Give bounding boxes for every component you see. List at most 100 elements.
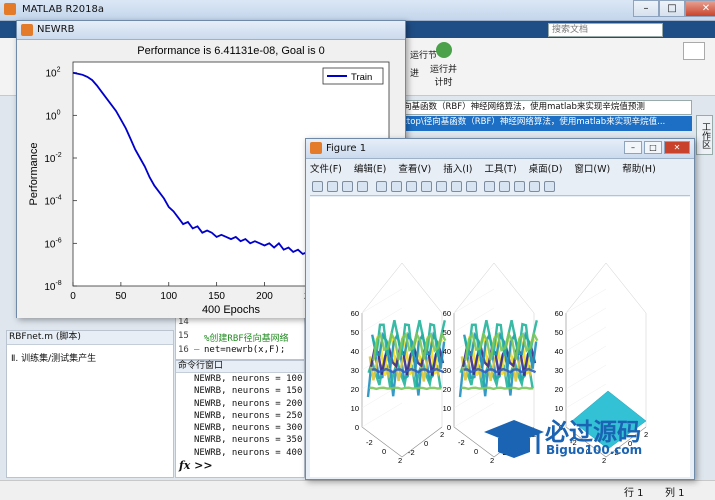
print-icon[interactable] xyxy=(357,181,368,192)
z-tick-label: 0 xyxy=(355,423,359,432)
command-output-line: NEWRB, neurons = 150, MSE xyxy=(194,386,304,397)
z-tick-label: 30 xyxy=(351,366,359,375)
code-line[interactable]: net=newrb(x,F); xyxy=(204,345,285,355)
figure-icon xyxy=(21,24,33,36)
close-button[interactable]: ✕ xyxy=(664,141,690,154)
hide-plot-tools-icon[interactable] xyxy=(529,181,540,192)
y-tick-label: 0 xyxy=(424,439,428,448)
surface-ridge xyxy=(369,386,442,391)
command-prompt[interactable]: fx >> xyxy=(176,459,304,472)
pointer-icon[interactable] xyxy=(375,181,387,192)
newrb-title-bar[interactable]: NEWRB xyxy=(17,21,405,40)
run-section-label[interactable]: 运行节 xyxy=(410,48,437,61)
command-output-line: NEWRB, neurons = 300, MSE xyxy=(194,423,304,434)
figure-title: Figure 1 xyxy=(326,143,367,154)
figure-toolbar xyxy=(310,178,690,196)
z-tick-label: 30 xyxy=(555,366,563,375)
menu-window[interactable]: 窗口(W) xyxy=(574,161,610,177)
show-plot-tools-icon[interactable] xyxy=(544,181,555,192)
watermark-text: 必过源码 xyxy=(545,418,641,446)
x-tick-label: 50 xyxy=(115,291,127,302)
data-cursor-icon[interactable] xyxy=(450,181,462,192)
menu-help[interactable]: 帮助(H) xyxy=(622,161,656,177)
grid-line xyxy=(565,288,607,314)
window-controls: – □ ✕ xyxy=(633,0,715,18)
main-title-bar: MATLAB R2018a – □ ✕ xyxy=(0,0,715,21)
x-tick-label: 200 xyxy=(256,291,273,302)
open-file-icon[interactable] xyxy=(327,181,338,192)
new-figure-icon[interactable] xyxy=(312,181,323,192)
grid-line xyxy=(361,402,403,428)
menu-desktop[interactable]: 桌面(D) xyxy=(529,161,563,177)
z-tick-label: 50 xyxy=(443,328,451,337)
code-comment[interactable]: %创建RBF径向基网络 xyxy=(204,331,289,344)
search-input[interactable]: 搜索文档 xyxy=(548,23,663,37)
grid-line xyxy=(565,307,607,333)
current-folder-path[interactable]: ktop\径向基函数（RBF）神经网络算法，使用matlab来实现辛烷值... xyxy=(400,116,692,131)
details-item[interactable]: Ⅱ. 训练集/测试集产生 xyxy=(7,345,173,370)
command-output-line: NEWRB, neurons = 200, MSE xyxy=(194,398,304,409)
command-window-header: 命令行窗口 xyxy=(176,361,304,373)
layout-icon[interactable] xyxy=(683,42,705,60)
advance-label[interactable]: 进 xyxy=(410,66,419,79)
grid-line xyxy=(565,326,607,352)
column-indicator: 列 1 xyxy=(665,488,685,499)
pan-icon[interactable] xyxy=(420,181,432,192)
maximize-button[interactable]: □ xyxy=(644,141,662,154)
save-icon[interactable] xyxy=(342,181,353,192)
x-tick-label: -2 xyxy=(366,438,373,447)
z-tick-label: 20 xyxy=(351,385,359,394)
z-tick-label: 50 xyxy=(351,328,359,337)
status-bar: 行 1 列 1 xyxy=(0,480,715,500)
close-button[interactable]: ✕ xyxy=(685,0,715,17)
line-number: 15 xyxy=(178,331,189,341)
chart-title: Performance is 6.41131e-08, Goal is 0 xyxy=(137,45,325,57)
y-tick-label: -2 xyxy=(408,448,415,457)
surface-ridge xyxy=(371,367,445,374)
command-output-line: NEWRB, neurons = 250, MSE xyxy=(194,410,304,421)
minimize-button[interactable]: – xyxy=(624,141,642,154)
run-and-time-button[interactable]: 运行并 计时 xyxy=(430,62,457,88)
menu-edit[interactable]: 编辑(E) xyxy=(354,161,386,177)
colorbar-icon[interactable] xyxy=(499,181,510,192)
grid-line xyxy=(565,364,607,390)
command-output-line: NEWRB, neurons = 100, MSE xyxy=(194,374,304,384)
zoom-in-icon[interactable] xyxy=(390,181,402,192)
line-number: 14 xyxy=(178,317,189,327)
menu-insert[interactable]: 插入(I) xyxy=(443,161,472,177)
address-bar[interactable]: 向基函数（RBF）神经网络算法，使用matlab来实现辛烷值预测 xyxy=(400,100,692,115)
menu-file[interactable]: 文件(F) xyxy=(310,161,342,177)
run-and-time-icon[interactable] xyxy=(436,42,452,58)
x-tick-label: 0 xyxy=(382,447,386,456)
z-tick-label: 40 xyxy=(443,347,451,356)
figure-icon xyxy=(310,142,322,154)
x-tick-label: 2 xyxy=(398,456,402,465)
menu-view[interactable]: 查看(V) xyxy=(398,161,431,177)
rotate-icon[interactable] xyxy=(435,181,447,192)
z-tick-label: 40 xyxy=(555,347,563,356)
minimize-button[interactable]: – xyxy=(633,0,659,17)
workspace-tab[interactable]: 工作区 xyxy=(696,115,713,155)
row-indicator: 行 1 xyxy=(624,488,644,499)
brush-icon[interactable] xyxy=(465,181,477,192)
command-window[interactable]: 命令行窗口 NEWRB, neurons = 100, MSE NEWRB, n… xyxy=(175,360,305,478)
command-output-line: NEWRB, neurons = 400, MSE xyxy=(194,447,304,458)
z-tick-label: 0 xyxy=(447,423,451,432)
z-tick-label: 60 xyxy=(555,309,563,318)
menu-tools[interactable]: 工具(T) xyxy=(484,161,516,177)
legend-icon[interactable] xyxy=(514,181,525,192)
z-tick-label: 40 xyxy=(351,347,359,356)
command-output-line: NEWRB, neurons = 350, MSE xyxy=(194,435,304,446)
legend-entry: Train xyxy=(351,72,372,83)
grid-line xyxy=(565,345,607,371)
figure-title-bar[interactable]: Figure 1 – □ ✕ xyxy=(306,139,694,159)
grid-line xyxy=(361,288,403,314)
link-plot-icon[interactable] xyxy=(484,181,495,192)
newrb-title: NEWRB xyxy=(37,24,75,35)
code-editor[interactable]: 14 15 %创建RBF径向基网络 16 – net=newrb(x,F); xyxy=(175,312,305,360)
zoom-out-icon[interactable] xyxy=(405,181,417,192)
line-number: 16 xyxy=(178,345,189,355)
z-tick-label: 10 xyxy=(351,404,359,413)
x-tick-label: 0 xyxy=(70,291,76,302)
maximize-button[interactable]: □ xyxy=(659,0,685,17)
